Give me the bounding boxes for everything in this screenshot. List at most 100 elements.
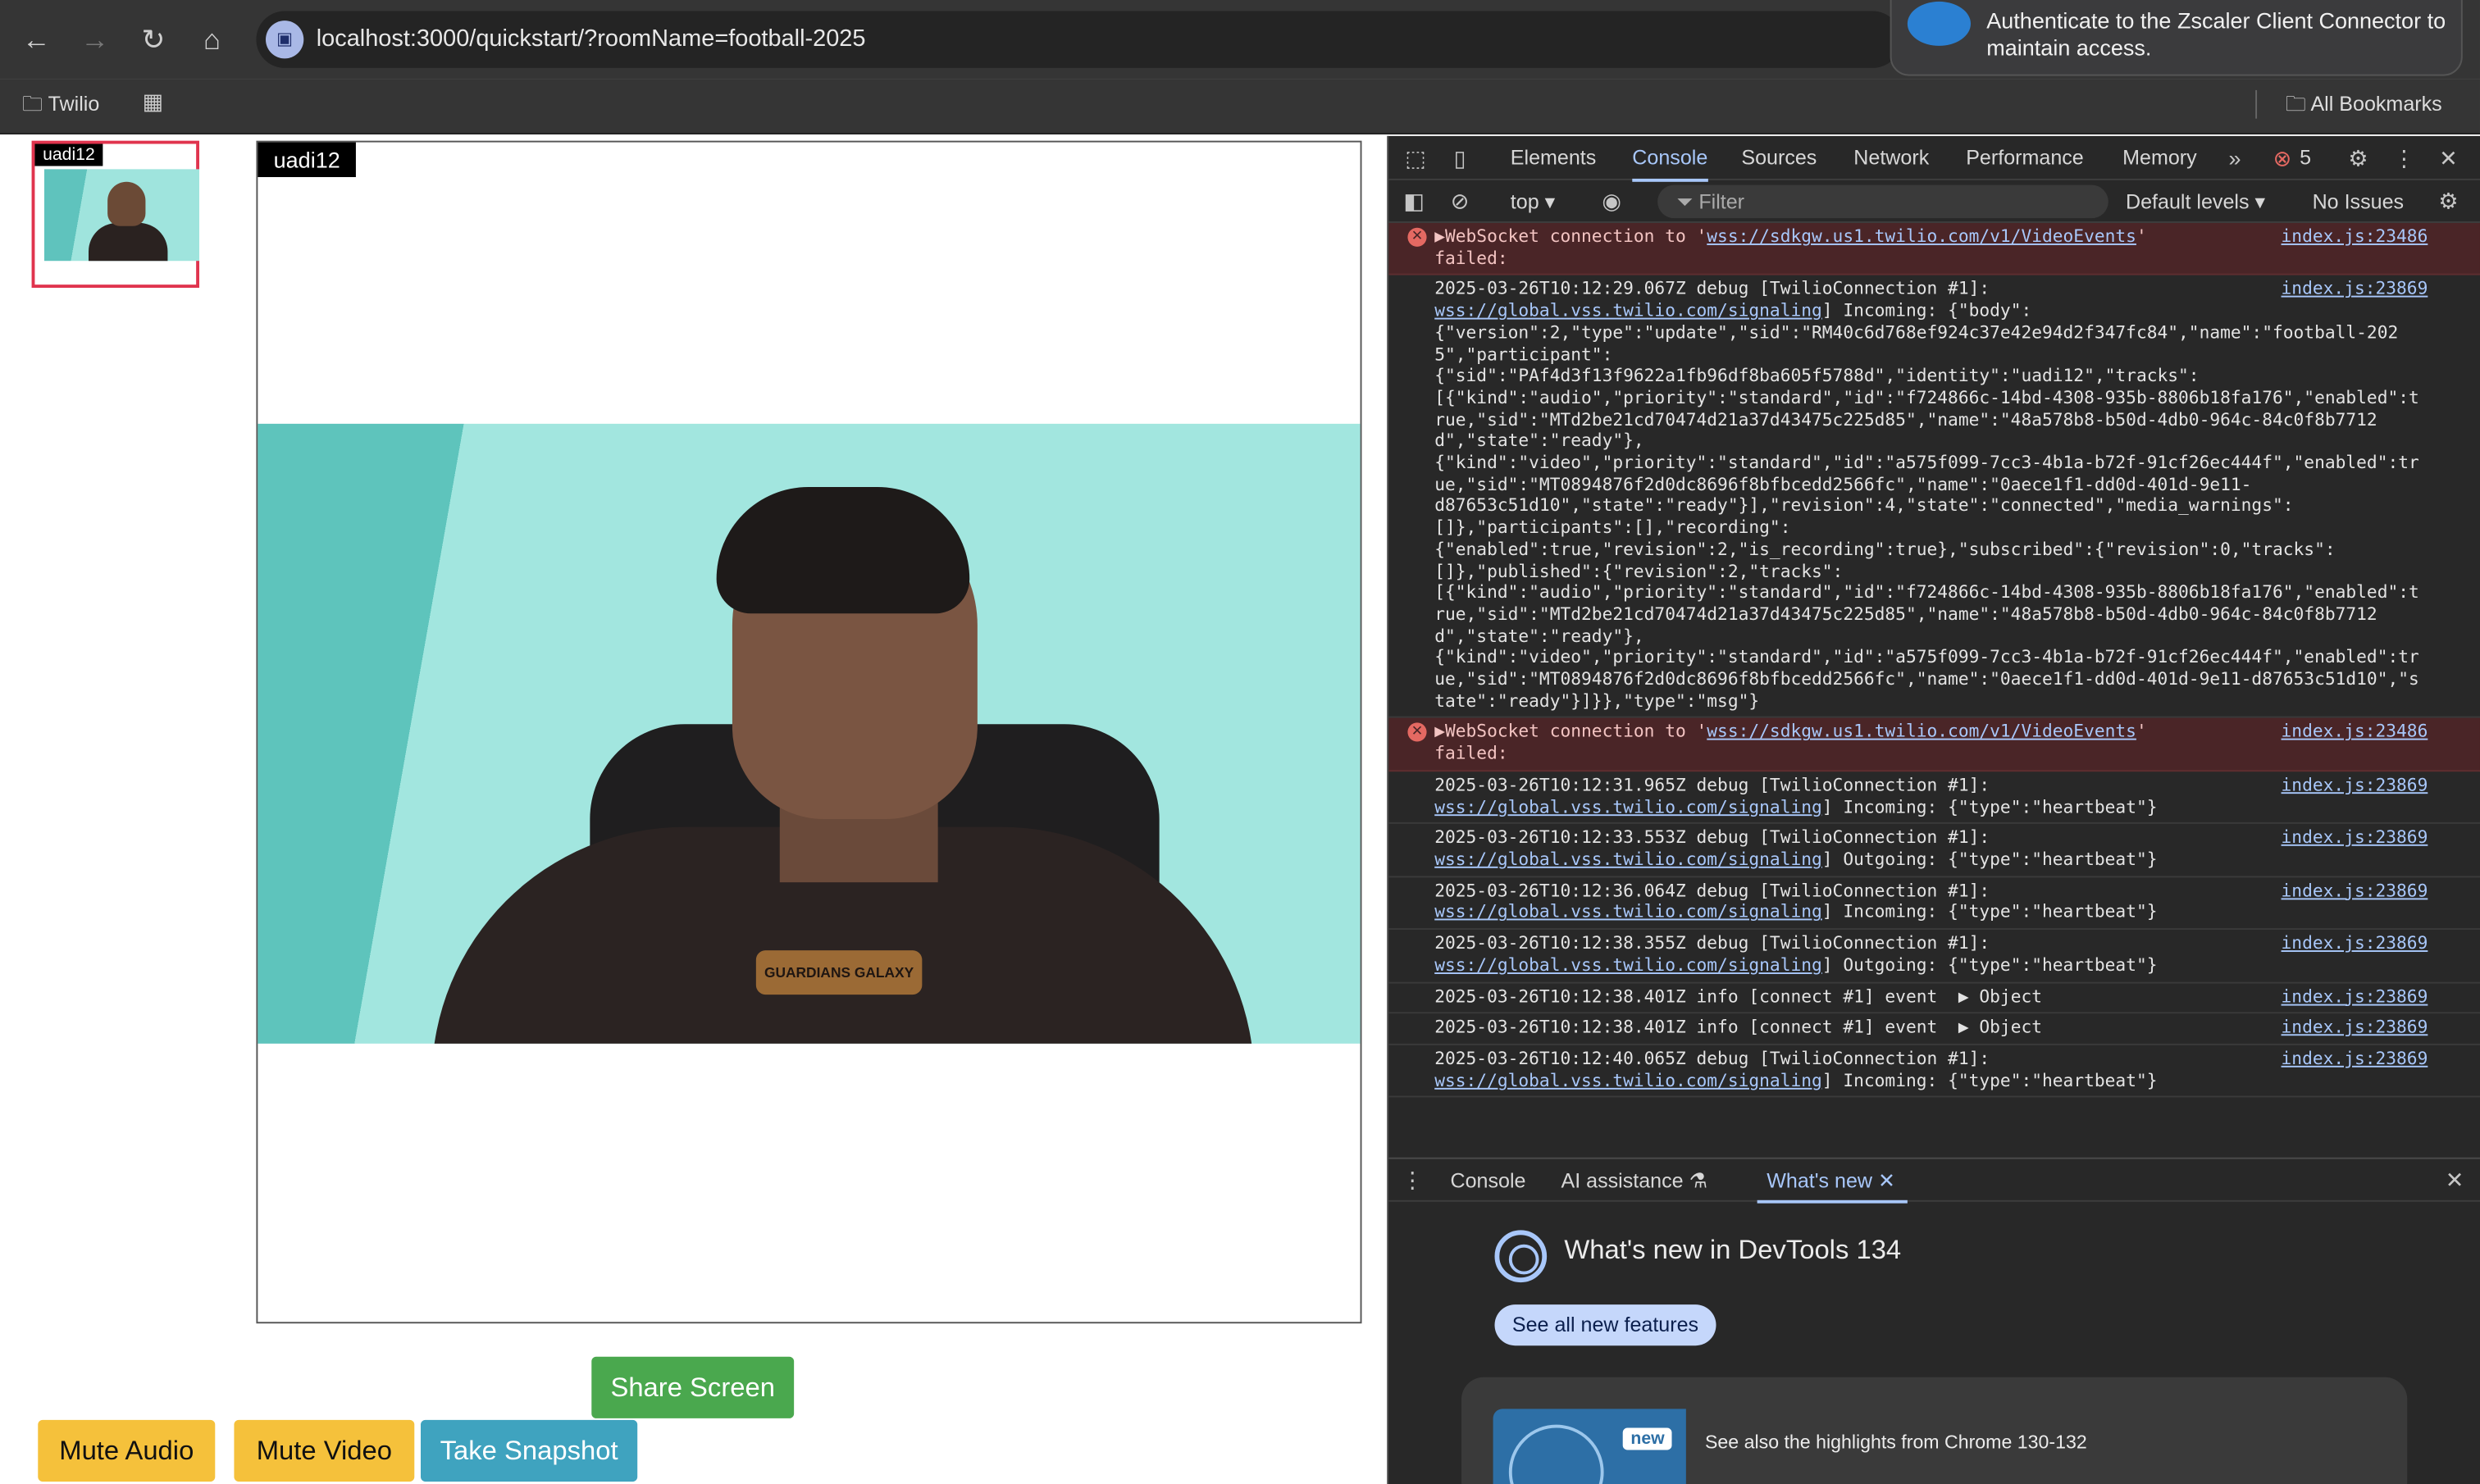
url-link[interactable]: wss://global.vss.twilio.com/signaling (1434, 902, 1822, 922)
address-bar[interactable]: ▣ localhost:3000/quickstart/?roomName=fo… (256, 11, 1902, 68)
console-error-entry[interactable]: index.js:23486 ✕ ▶WebSocket connection to … (1388, 222, 2480, 276)
url-link[interactable]: wss://global.vss.twilio.com/signaling (1434, 954, 1822, 975)
tab-performance[interactable]: Performance (1966, 136, 2084, 180)
home-icon[interactable]: ⌂ (191, 19, 232, 60)
source-link[interactable]: index.js:23869 (2282, 933, 2428, 954)
url-link[interactable]: wss://global.vss.twilio.com/signaling (1434, 1070, 1822, 1090)
console-log-entry[interactable]: index.js:23869 2025-03-26T10:12:33.553Z d… (1388, 824, 2480, 877)
url-text[interactable]: localhost:3000/quickstart/?roomName=foot… (317, 11, 866, 67)
mute-video-button[interactable]: Mute Video (234, 1419, 415, 1482)
see-all-features-button[interactable]: See all new features (1494, 1304, 1716, 1346)
eye-icon[interactable]: ◉ (1594, 180, 1629, 223)
clear-console-icon[interactable]: ⊘ (1444, 180, 1476, 223)
console-log-entry[interactable]: index.js:23869 2025-03-26T10:12:38.401Z i… (1388, 983, 2480, 1014)
drawer-tab-ai-assistance[interactable]: AI assistance ⚗ (1561, 1159, 1707, 1202)
filter-icon: ⏷ (1676, 189, 1699, 214)
context-selector[interactable]: top ▾ (1511, 180, 1555, 223)
share-screen-button[interactable]: Share Screen (591, 1356, 795, 1418)
sidebar-toggle-icon[interactable]: ◧ (1398, 180, 1430, 223)
console-log-entry[interactable]: index.js:23869 2025-03-26T10:12:38.401Z i… (1388, 1014, 2480, 1045)
take-snapshot-button[interactable]: Take Snapshot (420, 1419, 638, 1482)
console-toolbar: ◧ ⊘ top ▾ ◉ ⏷ Filter Default levels ▾ No… (1388, 180, 2480, 223)
device-toolbar-icon[interactable]: ▯ (1443, 136, 1477, 180)
close-tab-icon[interactable]: ✕ (1878, 1168, 1895, 1192)
drawer-menu-icon[interactable]: ⋮ (1402, 1159, 1424, 1202)
console-log-entry[interactable]: index.js:23869 2025-03-26T10:12:40.065Z d… (1388, 1045, 2480, 1099)
console-log-list[interactable]: index.js:23486 ✕ ▶WebSocket connection to … (1388, 222, 2480, 1156)
close-drawer-icon[interactable]: ✕ (2441, 1159, 2469, 1202)
levels-label: Default levels (2125, 189, 2250, 214)
source-link[interactable]: index.js:23486 (2282, 226, 2428, 248)
console-log-entry[interactable]: index.js:23869 2025-03-26T10:12:38.355Z d… (1388, 930, 2480, 983)
log-text: 2025-03-26T10:12:31.965Z debug [TwilioCo… (1434, 774, 1990, 795)
console-log-entry[interactable]: index.js:23869 2025-03-26T10:12:36.064Z d… (1388, 877, 2480, 931)
person-hair (716, 486, 970, 614)
object-expander[interactable]: ▶ Object (1958, 986, 2042, 1006)
person-body (88, 222, 168, 262)
tab-elements[interactable]: Elements (1511, 136, 1597, 180)
whats-new-tab-label: What's new (1767, 1168, 1873, 1193)
source-link[interactable]: index.js:23869 (2282, 1017, 2428, 1038)
bookmarks-bar: 🗀 Twilio ▦ 🗀 All Bookmarks (0, 79, 2480, 134)
forward-icon[interactable]: → (75, 19, 116, 60)
source-link[interactable]: index.js:23869 (2282, 775, 2428, 796)
tab-sources[interactable]: Sources (1741, 136, 1817, 180)
log-text: ] Incoming: {"type":"heartbeat"} (1821, 1069, 2158, 1090)
log-text: 2025-03-26T10:12:29.067Z debug [TwilioCo… (1434, 279, 1990, 300)
log-text: ▶WebSocket connection to ' (1434, 225, 1707, 247)
settings-icon[interactable]: ⚙ (2342, 136, 2374, 180)
all-bookmarks[interactable]: 🗀 All Bookmarks (2286, 79, 2442, 130)
console-log-entry[interactable]: index.js:23869 2025-03-26T10:12:31.965Z d… (1388, 772, 2480, 825)
filter-input[interactable]: ⏷ Filter (1657, 184, 2108, 219)
console-log-entry[interactable]: index.js:23869 2025-03-26T10:12:29.067Z d… (1388, 275, 2480, 719)
whats-new-title: What's new in DevTools 134 (1564, 1235, 1902, 1265)
divider (2255, 89, 2258, 119)
source-link[interactable]: index.js:23486 (2282, 722, 2428, 743)
zscaler-notification[interactable]: Authenticate to the Zscaler Client Conne… (1890, 0, 2463, 76)
inspect-element-icon[interactable]: ⬚ (1398, 136, 1433, 180)
source-link[interactable]: index.js:23869 (2282, 827, 2428, 849)
highlights-thumbnail: new (1493, 1409, 1686, 1484)
error-count[interactable]: 5 (2300, 136, 2311, 180)
console-error-entry[interactable]: index.js:23486 ✕ ▶WebSocket connection to … (1388, 718, 2480, 772)
tab-network[interactable]: Network (1853, 136, 1929, 180)
reload-icon[interactable]: ↻ (133, 19, 174, 60)
tab-console[interactable]: Console (1632, 136, 1707, 182)
issues-button[interactable]: No Issues (2313, 180, 2404, 223)
video-feed: GUARDIANS GALAXY (258, 423, 1361, 1044)
apps-grid-icon[interactable]: ▦ (143, 89, 164, 116)
context-label: top (1510, 189, 1539, 214)
url-link[interactable]: wss://global.vss.twilio.com/signaling (1434, 301, 1822, 321)
highlights-card[interactable]: new See also the highlights from Chrome … (1461, 1377, 2408, 1484)
kebab-menu-icon[interactable]: ⋮ (2388, 136, 2420, 180)
url-link[interactable]: wss://sdkgw.us1.twilio.com/v1/VideoEvent… (1707, 722, 2136, 742)
more-tabs-icon[interactable]: » (2221, 136, 2250, 180)
url-link[interactable]: wss://global.vss.twilio.com/signaling (1434, 849, 1822, 870)
url-link[interactable]: wss://sdkgw.us1.twilio.com/v1/VideoEvent… (1707, 226, 2136, 247)
drawer-tab-whats-new[interactable]: What's new ✕ (1757, 1159, 1909, 1204)
shirt-print: GUARDIANS GALAXY (755, 950, 923, 995)
url-link[interactable]: wss://global.vss.twilio.com/signaling (1434, 796, 1822, 817)
source-link[interactable]: index.js:23869 (2282, 279, 2428, 300)
log-text: ] Incoming: {"body": {"version":2,"type"… (1434, 300, 2419, 712)
notification-text: Authenticate to the Zscaler Client Conne… (1986, 7, 2446, 61)
bookmark-folder-twilio[interactable]: 🗀 Twilio (22, 79, 99, 130)
source-link[interactable]: index.js:23869 (2282, 1048, 2428, 1069)
object-expander[interactable]: ▶ Object (1958, 1017, 2042, 1037)
source-link[interactable]: index.js:23869 (2282, 986, 2428, 1007)
drawer-tab-console[interactable]: Console (1450, 1159, 1525, 1202)
close-icon[interactable]: ✕ (2432, 136, 2464, 180)
log-text: 2025-03-26T10:12:38.355Z debug [TwilioCo… (1434, 933, 1990, 954)
back-icon[interactable]: ← (16, 19, 57, 60)
log-text: ] Outgoing: {"type":"heartbeat"} (1821, 849, 2158, 870)
console-settings-icon[interactable]: ⚙ (2432, 180, 2464, 223)
thumbnail-video (43, 169, 199, 262)
log-levels-dropdown[interactable]: Default levels ▾ (2126, 180, 2265, 223)
participant-thumbnail[interactable]: uadi12 (31, 140, 199, 288)
browser-toolbar: ← → ↻ ⌂ ▣ localhost:3000/quickstart/?roo… (0, 0, 2480, 80)
site-info-icon[interactable]: ▣ (265, 20, 304, 59)
main-video[interactable]: GUARDIANS GALAXY uadi12 (256, 140, 1362, 1324)
source-link[interactable]: index.js:23869 (2282, 881, 2428, 902)
tab-memory[interactable]: Memory (2122, 136, 2197, 180)
mute-audio-button[interactable]: Mute Audio (38, 1419, 216, 1482)
